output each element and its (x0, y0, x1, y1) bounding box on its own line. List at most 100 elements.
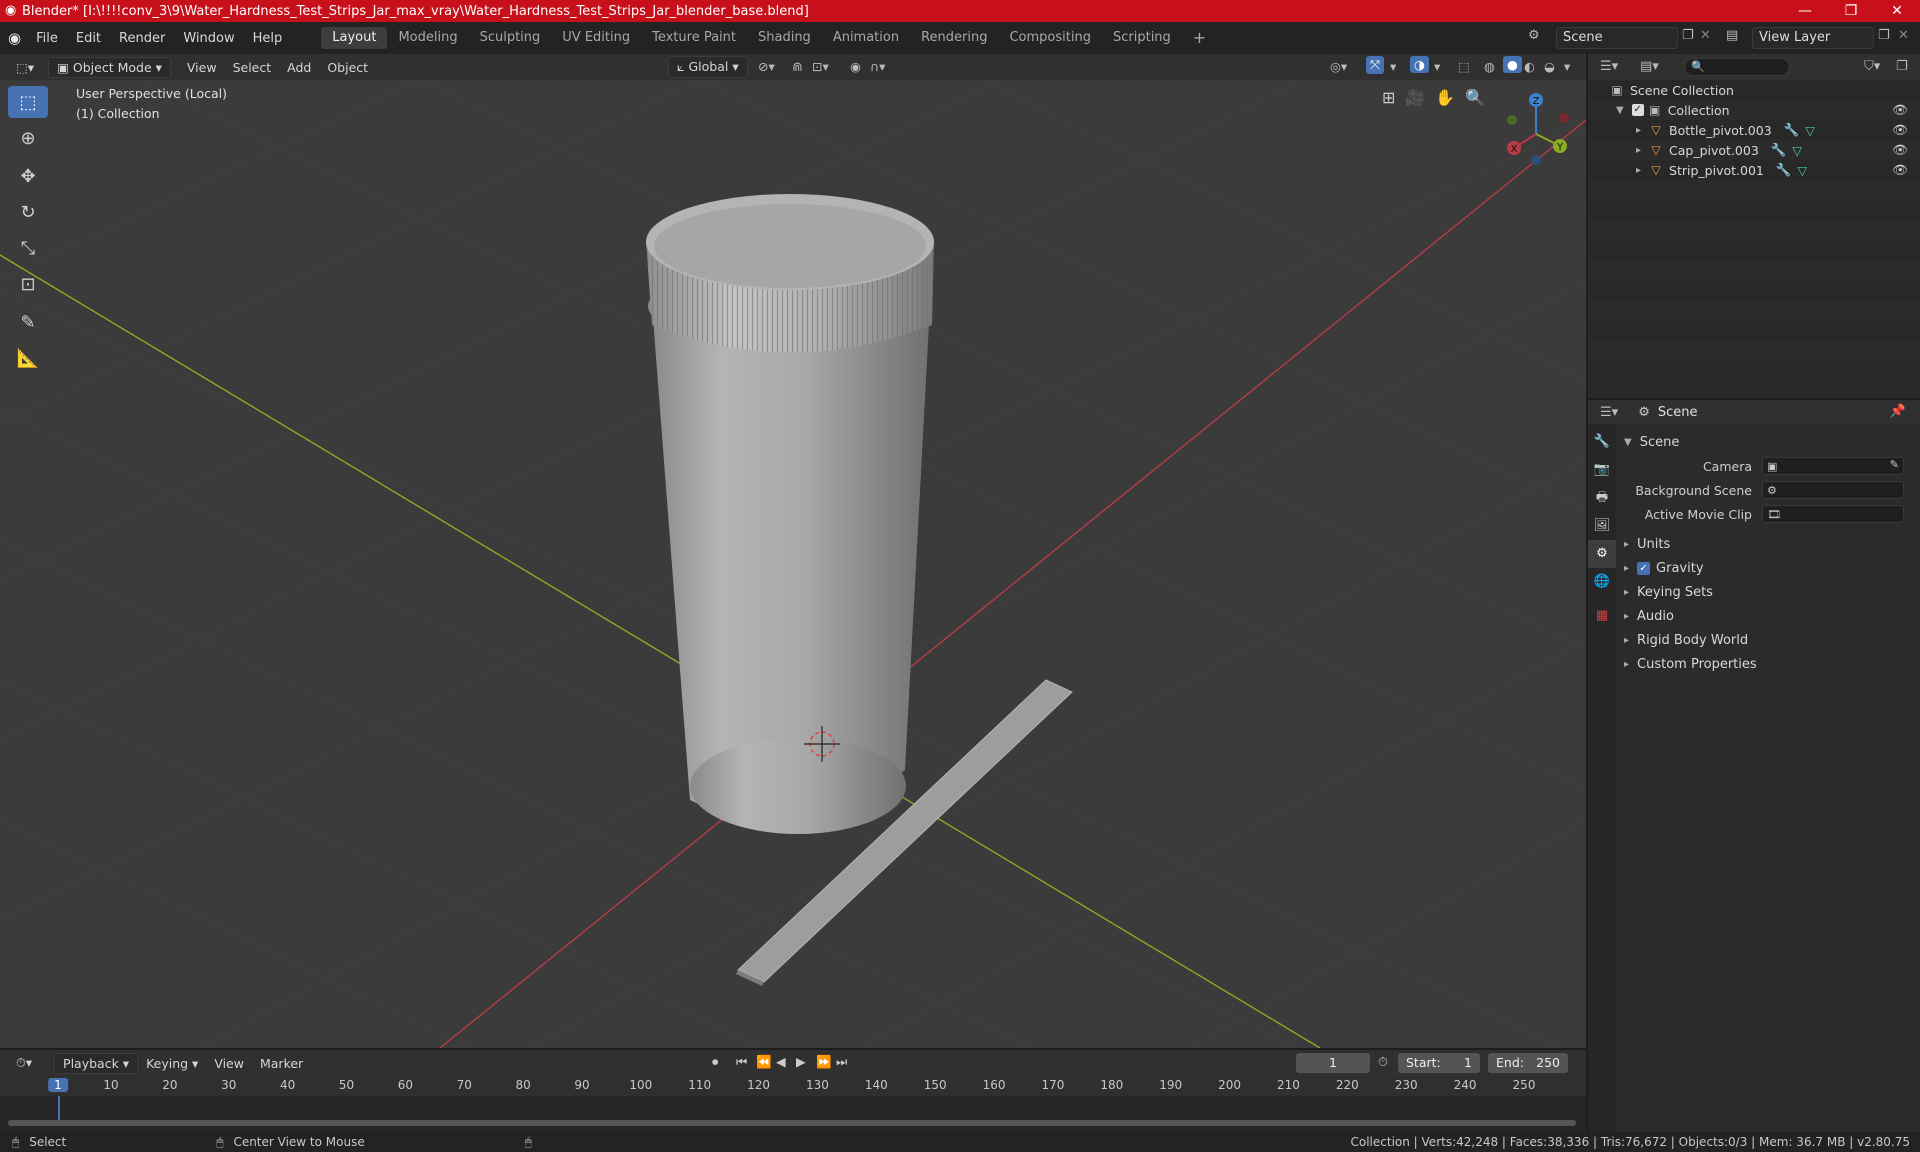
bottle-object[interactable] (646, 194, 934, 834)
menu-help[interactable]: Help (244, 31, 292, 46)
tool-tab-icon[interactable]: 🔧 (1588, 428, 1616, 456)
tab-texture-paint[interactable]: Texture Paint (641, 27, 747, 49)
expand-strip-icon[interactable]: ▸ (1636, 165, 1641, 176)
timeline-body[interactable]: 1 10 20 30 40 50 60 70 80 90 100 110 120 130 140 150 160… (0, 1076, 1586, 1132)
gravity-panel[interactable]: ▸ ✓ Gravity (1616, 556, 1920, 580)
move-tool-icon[interactable]: ✥ (8, 160, 48, 192)
custom-properties-panel[interactable]: ▸ Custom Properties (1616, 652, 1920, 676)
rigid-body-world-panel[interactable]: ▸ Rigid Body World (1616, 628, 1920, 652)
properties-editor-type-icon[interactable]: ☰▾ (1600, 405, 1618, 420)
scene-tab-icon[interactable]: ⚙ (1588, 540, 1616, 568)
render-tab-icon[interactable]: 📷 (1588, 456, 1616, 484)
menu-view[interactable]: View (179, 58, 225, 77)
active-movie-clip-field[interactable]: 🎞 (1762, 505, 1904, 523)
output-tab-icon[interactable]: 🖶 (1588, 484, 1616, 512)
current-frame-field[interactable]: 1 (1296, 1053, 1370, 1073)
record-icon[interactable]: ⏺ (712, 1054, 718, 1070)
cap-visibility-icon[interactable]: 👁 (1892, 142, 1908, 158)
menu-file[interactable]: File (27, 31, 67, 46)
collection-visibility-icon[interactable]: 👁 (1892, 102, 1908, 118)
modifier-icon[interactable]: 🔧 (1776, 162, 1792, 178)
mesh-data-icon[interactable]: ▽ (1797, 163, 1807, 178)
mesh-data-icon[interactable]: ▽ (1805, 123, 1815, 138)
transform-orientation-dropdown[interactable]: ⟀ Global ▾ (668, 56, 748, 78)
tab-layout[interactable]: Layout (321, 27, 388, 49)
prev-keyframe-icon[interactable]: ⏪ (756, 1054, 772, 1070)
view-layer-tab-icon[interactable]: 🖼 (1588, 512, 1616, 540)
overlay-dropdown-icon[interactable]: ▾ (1434, 59, 1440, 74)
wireframe-shading-icon[interactable]: ◍ (1484, 59, 1495, 74)
outliner-row-bottle[interactable]: ▸ ▽ Bottle_pivot.003 🔧 ▽ 👁 (1588, 120, 1920, 140)
toggle-perspective-icon[interactable]: ⊞ (1382, 88, 1395, 107)
tab-scripting[interactable]: Scripting (1102, 27, 1182, 49)
gizmo-toggle-icon[interactable]: ⤧ (1366, 56, 1385, 74)
eyedropper-icon[interactable]: ✎ (1890, 458, 1899, 471)
display-mode-icon[interactable]: ▤▾ (1640, 59, 1659, 74)
falloff-icon[interactable]: ∩▾ (870, 59, 885, 74)
menu-select[interactable]: Select (225, 58, 280, 77)
keying-sets-panel[interactable]: ▸ Keying Sets (1616, 580, 1920, 604)
gravity-checkbox-icon[interactable]: ✓ (1637, 561, 1651, 575)
bottle-visibility-icon[interactable]: 👁 (1892, 122, 1908, 138)
background-scene-field[interactable]: ⚙ (1762, 481, 1904, 499)
new-view-layer-icon[interactable]: ❐ (1878, 28, 1890, 43)
new-collection-icon[interactable]: ❐ (1896, 59, 1908, 74)
audio-panel[interactable]: ▸ Audio (1616, 604, 1920, 628)
marker-menu[interactable]: Marker (252, 1054, 311, 1073)
expand-cap-icon[interactable]: ▸ (1636, 145, 1641, 156)
preview-range-icon[interactable]: ⏱ (1378, 1054, 1388, 1070)
select-box-tool-icon[interactable]: ⬚ (8, 86, 48, 118)
camera-field[interactable]: ▣ ✎ (1762, 457, 1904, 475)
measure-tool-icon[interactable]: 📐 (8, 342, 48, 374)
play-icon[interactable]: ▶ (796, 1054, 806, 1069)
new-scene-icon[interactable]: ❐ (1682, 28, 1694, 43)
tab-animation[interactable]: Animation (822, 27, 910, 49)
blender-menu-icon[interactable]: ◉ (8, 29, 21, 47)
timeline-scrollbar[interactable] (8, 1120, 1576, 1126)
navigation-gizmo[interactable]: Z Y X (1498, 88, 1578, 168)
collection-checkbox-icon[interactable]: ✓ (1631, 104, 1644, 116)
pan-view-icon[interactable]: ✋ (1435, 88, 1455, 107)
editor-type-icon[interactable]: ⬚▾ (8, 58, 42, 77)
scene-panel-header[interactable]: ▼ Scene (1616, 430, 1920, 454)
units-panel[interactable]: ▸ Units (1616, 532, 1920, 556)
tab-rendering[interactable]: Rendering (910, 27, 998, 49)
visibility-icon[interactable]: ◎▾ (1330, 59, 1347, 74)
modifier-icon[interactable]: 🔧 (1771, 142, 1787, 158)
menu-edit[interactable]: Edit (67, 31, 110, 46)
menu-render[interactable]: Render (110, 31, 174, 46)
outliner-row-scene-collection[interactable]: ▣ Scene Collection (1588, 80, 1920, 100)
tab-sculpting[interactable]: Sculpting (469, 27, 552, 49)
modifier-icon[interactable]: 🔧 (1784, 122, 1800, 138)
outliner-row-collection[interactable]: ▼ ✓ ▣ Collection 👁 (1588, 100, 1920, 120)
cursor-tool-icon[interactable]: ⊕ (8, 122, 48, 154)
frame-ruler[interactable]: 1 10 20 30 40 50 60 70 80 90 100 110 120 130 140 150 160… (0, 1076, 1586, 1096)
camera-view-icon[interactable]: 🎥 (1405, 88, 1425, 107)
world-tab-icon[interactable]: 🌐 (1588, 568, 1616, 596)
view-layer-field[interactable]: View Layer (1752, 27, 1874, 49)
remove-view-layer-icon[interactable]: ✕ (1898, 28, 1909, 43)
jump-end-icon[interactable]: ⏭ (836, 1054, 847, 1070)
pivot-point-icon[interactable]: ⊘▾ (758, 59, 775, 74)
view-layer-icon[interactable]: ▤ (1726, 28, 1738, 43)
timeline-editor-type-icon[interactable]: ⏱▾ (8, 1053, 40, 1073)
start-frame-field[interactable]: Start: 1 (1398, 1053, 1480, 1073)
expand-collection-icon[interactable]: ▼ (1616, 105, 1624, 116)
solid-shading-icon[interactable]: ● (1503, 56, 1522, 73)
outliner-row-cap[interactable]: ▸ ▽ Cap_pivot.003 🔧 ▽ 👁 (1588, 140, 1920, 160)
menu-add[interactable]: Add (279, 58, 319, 77)
minimize-icon[interactable]: — (1782, 0, 1828, 22)
snap-icon[interactable]: ⋒ (792, 59, 802, 74)
zoom-view-icon[interactable]: 🔍 (1465, 88, 1485, 107)
tab-shading[interactable]: Shading (747, 27, 822, 49)
filter-icon[interactable]: ⛉▾ (1864, 59, 1880, 74)
pin-icon[interactable]: 📌 (1890, 404, 1906, 419)
rendered-shading-icon[interactable]: ◒ (1544, 59, 1555, 74)
tab-uv-editing[interactable]: UV Editing (551, 27, 641, 49)
outliner-search-input[interactable]: 🔍 (1684, 58, 1790, 76)
jump-start-icon[interactable]: ⏮ (736, 1054, 747, 1070)
next-keyframe-icon[interactable]: ⏩ (816, 1054, 832, 1070)
play-reverse-icon[interactable]: ◀ (776, 1054, 786, 1069)
proportional-edit-icon[interactable]: ◉ (850, 59, 861, 74)
add-workspace-icon[interactable]: + (1182, 27, 1217, 49)
